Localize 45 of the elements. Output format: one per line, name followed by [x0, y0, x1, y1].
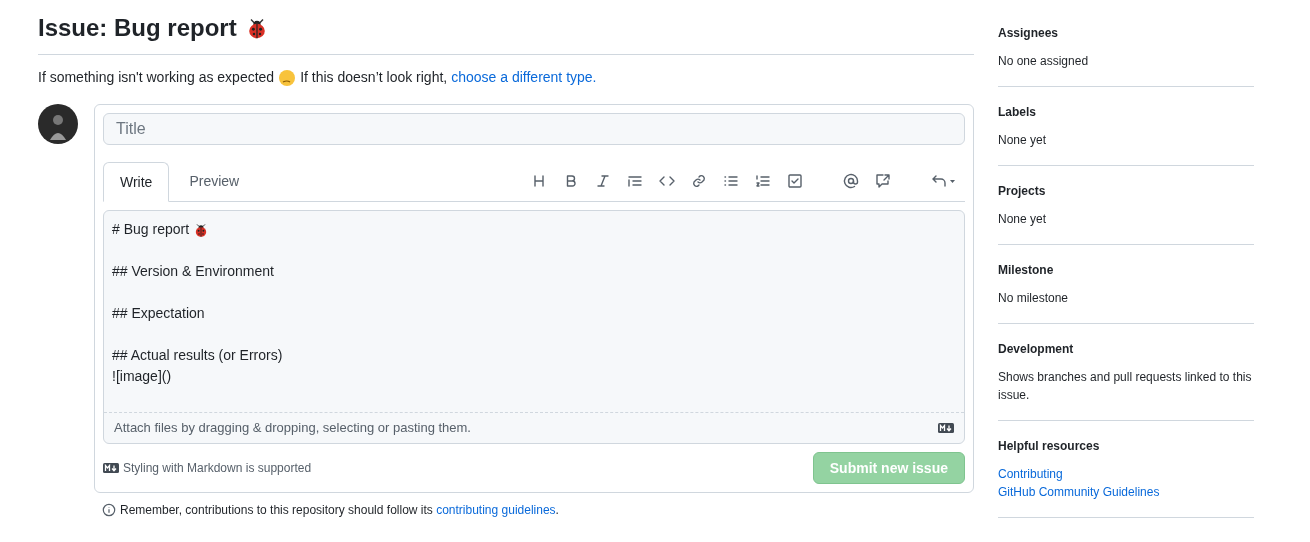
markdown-icon [103, 463, 119, 473]
sidebar-heading: Assignees [998, 25, 1060, 42]
editor-line: ## Actual results (or Errors) [112, 346, 283, 365]
sidebar-value: No milestone [998, 290, 1070, 307]
sidebar-value: No one assigned [998, 53, 1090, 70]
sidebar-heading: Development [998, 341, 1075, 358]
sidebar-value: None yet [998, 211, 1048, 228]
markdown-icon [938, 423, 954, 433]
sidebar-heading: Milestone [998, 262, 1055, 279]
editor-line: # Bug report [112, 220, 190, 239]
sidebar-value: None yet [998, 132, 1048, 149]
heading-icon[interactable] [531, 173, 547, 189]
editor-tab[interactable]: Write [103, 162, 170, 202]
sidebar-heading: Labels [998, 104, 1037, 121]
attach-hint: Attach files by dragging & dropping, selecting or pasting them. [114, 419, 471, 438]
contributing-guidelines-link[interactable]: contributing guidelines [436, 503, 556, 517]
bulleted-list-icon[interactable] [723, 173, 739, 189]
sidebar-value: Shows branches and pull requests linked to this issue. [998, 369, 1253, 404]
title-field[interactable]: Title [103, 113, 965, 145]
markdown-editor-field[interactable]: # Bug report ## Version & Environment ## Expectation ## Actual results (or Errors) ![image]() [104, 211, 964, 413]
sidebar-heading: Projects [998, 183, 1047, 200]
intro-hint: If this doesn’t look right, [300, 68, 448, 87]
resource-link[interactable]: GitHub Community Guidelines [998, 483, 1254, 501]
reply-icon[interactable] [931, 173, 957, 189]
emoji-icon [278, 68, 297, 87]
editor-tab[interactable]: Preview [169, 161, 260, 201]
italic-icon[interactable] [595, 173, 611, 189]
sidebar-heading: Helpful resources [998, 438, 1101, 455]
mention-icon[interactable] [843, 173, 859, 189]
info-icon [102, 503, 116, 517]
editor-line: ## Version & Environment [112, 262, 274, 281]
contribution-note: Remember, contributions to this repository should follow its contributing guidelines. [120, 502, 559, 519]
numbered-list-icon[interactable] [755, 173, 771, 189]
page-title: Issue: Bug report [38, 13, 237, 43]
editor-line: ![image]() [112, 367, 172, 386]
intro-text: If something isn't working as expected [38, 68, 275, 87]
avatar [38, 104, 78, 144]
task-list-icon[interactable] [787, 173, 803, 189]
quote-icon[interactable] [627, 173, 643, 189]
editor-line: ## Expectation [112, 304, 205, 323]
different-type-link[interactable]: choose a different type. [451, 67, 597, 88]
reference-icon[interactable] [875, 173, 891, 189]
link-icon[interactable] [691, 173, 707, 189]
resource-link[interactable]: Contributing [998, 465, 1254, 483]
markdown-note: Styling with Markdown is supported [123, 460, 312, 477]
